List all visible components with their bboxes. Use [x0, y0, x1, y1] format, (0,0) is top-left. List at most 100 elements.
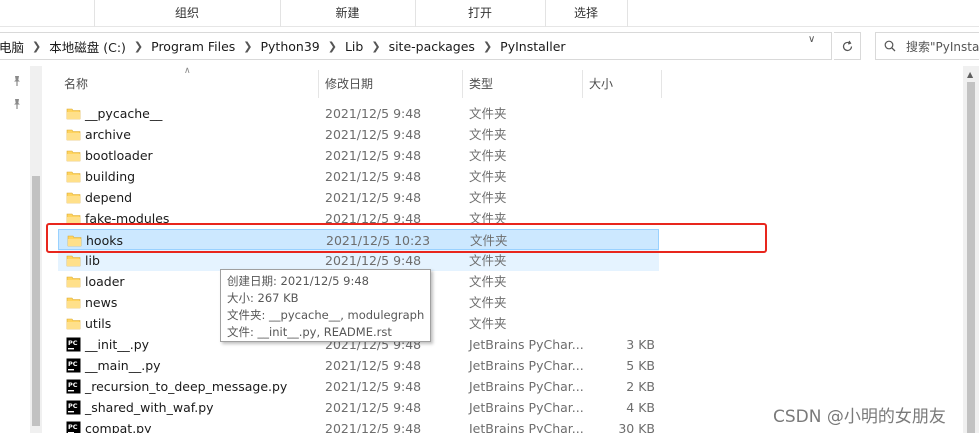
ribbon-group-new[interactable]: 新建	[280, 0, 415, 27]
file-type: 文件夹	[469, 274, 507, 289]
search-placeholder: 搜索"PyInstaller"	[906, 39, 979, 54]
file-size: 4 KB	[626, 400, 655, 415]
file-row[interactable]: PC compat.py 2021/12/5 9:48 JetBrains PyCha…	[58, 418, 659, 433]
breadcrumb-local-disk[interactable]: 本地磁盘 (C:)	[49, 37, 126, 56]
file-name: _shared_with_waf.py	[85, 400, 214, 415]
breadcrumb-program-files[interactable]: Program Files	[151, 39, 235, 54]
folder-icon	[66, 106, 81, 121]
column-header-type[interactable]: 类型	[469, 66, 493, 102]
file-name: loader	[85, 274, 125, 289]
ribbon-group-open[interactable]: 打开	[415, 0, 545, 27]
file-name: archive	[85, 127, 131, 142]
file-modified-date: 2021/12/5 9:48	[325, 421, 422, 433]
file-row[interactable]: bootloader 2021/12/5 9:48 文件夹	[58, 145, 659, 166]
file-type: 文件夹	[469, 295, 507, 310]
file-size: 3 KB	[626, 337, 655, 352]
file-modified-date: 2021/12/5 9:48	[325, 127, 422, 142]
nav-scrollbar-thumb[interactable]	[32, 176, 40, 426]
chevron-right-icon[interactable]: ❯	[371, 40, 380, 53]
column-divider[interactable]	[661, 70, 662, 98]
file-name: bootloader	[85, 148, 153, 163]
refresh-button[interactable]	[834, 32, 861, 60]
file-type: JetBrains PyChar...	[469, 337, 584, 352]
file-modified-date: 2021/12/5 9:48	[325, 169, 422, 184]
search-input[interactable]: 搜索"PyInstaller"	[875, 32, 979, 60]
file-row[interactable]: PC _shared_with_waf.py 2021/12/5 9:48 JetBr…	[58, 397, 659, 418]
navigation-pane[interactable]	[0, 66, 42, 433]
ribbon-group-organize[interactable]: 组织	[94, 0, 280, 27]
file-row[interactable]: depend 2021/12/5 9:48 文件夹	[58, 187, 659, 208]
folder-icon	[66, 148, 81, 163]
breadcrumb-pyinstaller[interactable]: PyInstaller	[500, 39, 565, 54]
file-row[interactable]: archive 2021/12/5 9:48 文件夹	[58, 124, 659, 145]
ribbon-divider	[627, 0, 628, 27]
chevron-right-icon[interactable]: ❯	[134, 40, 143, 53]
file-name: depend	[85, 190, 133, 205]
folder-tooltip: 创建日期: 2021/12/5 9:48 大小: 267 KB 文件夹: __p…	[220, 269, 431, 342]
search-icon	[884, 40, 896, 52]
file-modified-date: 2021/12/5 9:48	[325, 190, 422, 205]
file-name: __init__.py	[85, 337, 150, 352]
file-row[interactable]: building 2021/12/5 9:48 文件夹	[58, 166, 659, 187]
column-divider[interactable]	[582, 70, 583, 98]
pycharm-file-icon: PC	[66, 400, 81, 415]
file-type: JetBrains PyChar...	[469, 379, 584, 394]
chevron-right-icon[interactable]: ❯	[483, 40, 492, 53]
file-name: building	[85, 169, 136, 184]
chevron-right-icon[interactable]: ❯	[32, 40, 41, 53]
pin-icon[interactable]	[11, 98, 23, 110]
breadcrumb-lib[interactable]: Lib	[345, 39, 363, 54]
file-name: compat.py	[85, 421, 152, 433]
ribbon-group-select[interactable]: 选择	[545, 0, 627, 27]
file-row[interactable]: PC _recursion_to_deep_message.py 2021/12/5…	[58, 376, 659, 397]
tooltip-files: 文件: __init__.py, README.rst	[227, 325, 392, 339]
folder-icon	[66, 169, 81, 184]
pycharm-file-icon: PC	[66, 421, 81, 433]
file-list-scrollbar[interactable]: ▲	[963, 66, 979, 433]
folder-icon	[66, 190, 81, 205]
pin-icon[interactable]	[11, 75, 23, 87]
file-size	[579, 187, 655, 208]
chevron-down-icon[interactable]: ∨	[808, 34, 815, 45]
tooltip-size: 大小: 267 KB	[227, 291, 299, 305]
breadcrumb-this-pc[interactable]: 电脑	[0, 37, 24, 56]
column-header-date[interactable]: 修改日期	[325, 66, 373, 102]
file-type: 文件夹	[469, 190, 507, 205]
svg-text:PC: PC	[68, 381, 78, 389]
address-bar[interactable]: 电脑 ❯ 本地磁盘 (C:) ❯ Program Files ❯ Python3…	[0, 32, 832, 60]
file-row[interactable]: PC __main__.py 2021/12/5 9:48 JetBrains PyC…	[58, 355, 659, 376]
file-modified-date: 2021/12/5 9:48	[325, 148, 422, 163]
file-size	[579, 166, 655, 187]
file-name: utils	[85, 316, 112, 331]
chevron-right-icon[interactable]: ❯	[328, 40, 337, 53]
file-modified-date: 2021/12/5 9:48	[325, 106, 422, 121]
file-modified-date: 2021/12/5 9:48	[325, 379, 422, 394]
highlight-box	[46, 223, 767, 253]
watermark: CSDN @小明的女朋友	[773, 407, 946, 427]
column-divider[interactable]	[462, 70, 463, 98]
tooltip-folders: 文件夹: __pycache__, modulegraph	[227, 308, 425, 322]
scroll-up-icon[interactable]: ▲	[967, 70, 973, 79]
refresh-icon	[842, 40, 852, 51]
scrollbar-thumb[interactable]	[967, 82, 975, 433]
file-modified-date: 2021/12/5 9:48	[325, 358, 422, 373]
pycharm-file-icon: PC	[66, 379, 81, 394]
column-header-name[interactable]: 名称	[64, 66, 88, 102]
file-type: 文件夹	[469, 169, 507, 184]
column-divider[interactable]	[318, 70, 319, 98]
file-type: JetBrains PyChar...	[469, 358, 584, 373]
chevron-right-icon[interactable]: ❯	[243, 40, 252, 53]
sort-ascending-icon: ∧	[184, 66, 191, 76]
file-size: 30 KB	[618, 421, 655, 433]
file-size	[579, 124, 655, 145]
file-type: 文件夹	[469, 127, 507, 142]
svg-text:PC: PC	[68, 339, 78, 347]
file-size	[579, 313, 655, 334]
column-header-size[interactable]: 大小	[589, 66, 613, 102]
file-row[interactable]: __pycache__ 2021/12/5 9:48 文件夹	[58, 103, 659, 124]
address-row: 电脑 ❯ 本地磁盘 (C:) ❯ Program Files ❯ Python3…	[0, 28, 979, 65]
breadcrumb-python39[interactable]: Python39	[261, 39, 320, 54]
folder-icon	[66, 295, 81, 310]
breadcrumb-site-packages[interactable]: site-packages	[389, 39, 475, 54]
file-row[interactable]: lib 2021/12/5 9:48 文件夹	[58, 250, 659, 271]
